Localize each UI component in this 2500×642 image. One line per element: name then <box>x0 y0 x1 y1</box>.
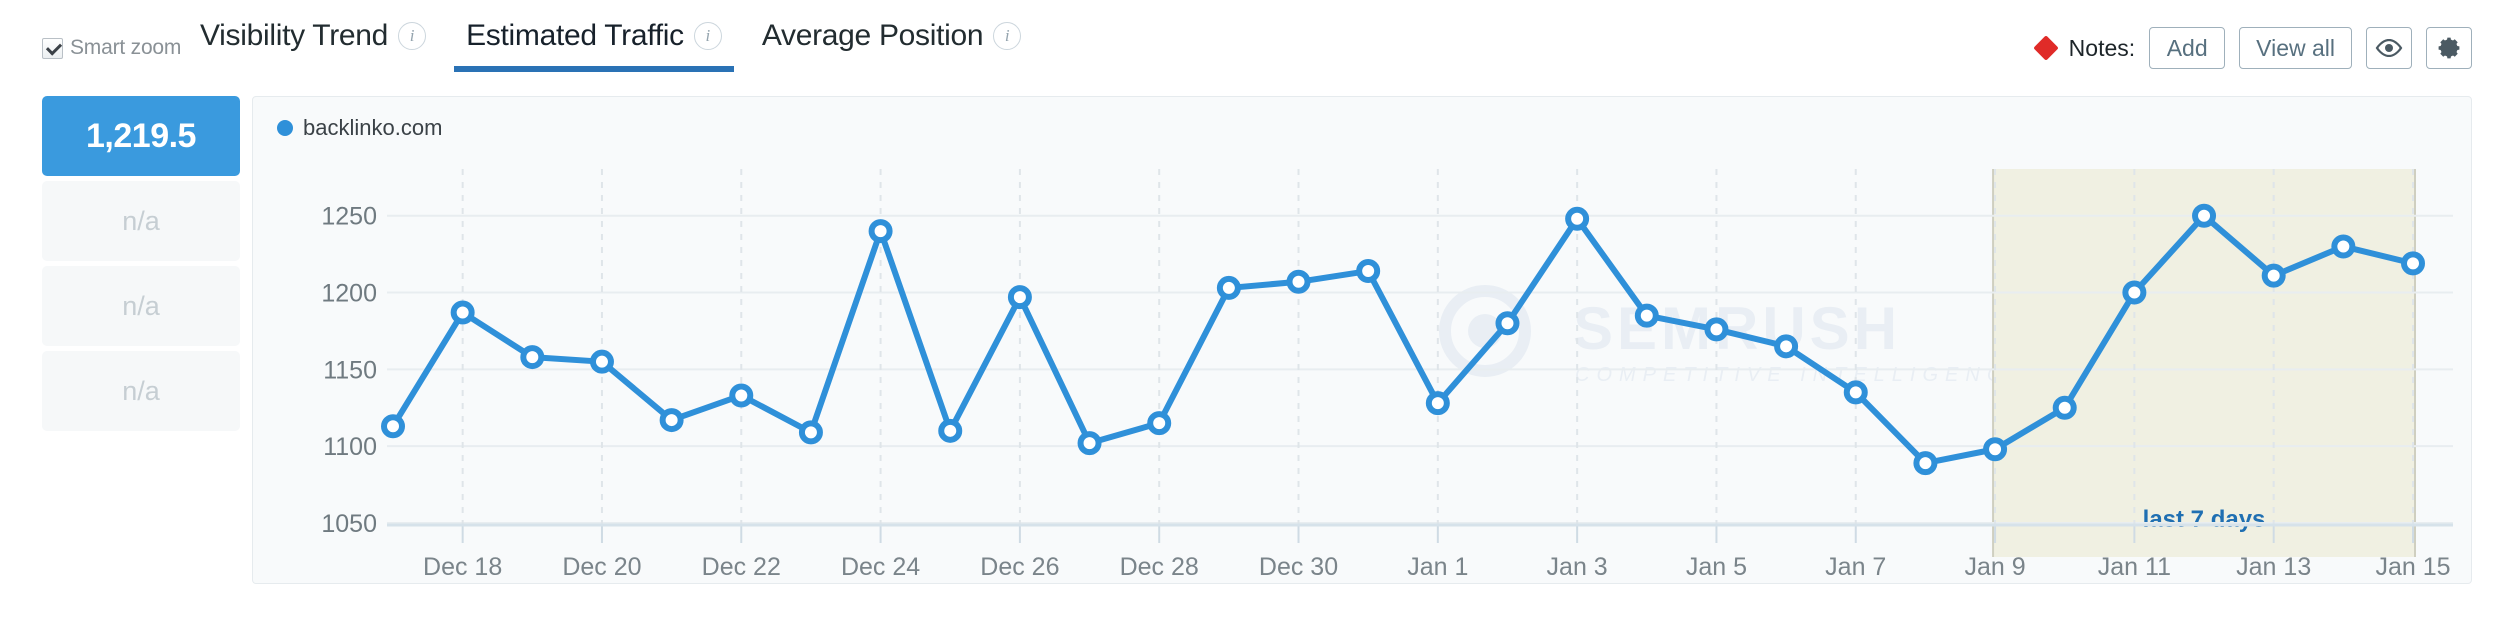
metric-box-na-2[interactable]: n/a <box>42 266 240 346</box>
data-point[interactable] <box>1704 317 1729 342</box>
data-point[interactable] <box>1634 303 1659 328</box>
metric-summary-column: 1,219.5 n/a n/a n/a <box>42 96 240 436</box>
data-point[interactable] <box>1843 380 1868 405</box>
data-point[interactable] <box>520 345 545 370</box>
data-point[interactable] <box>729 383 754 408</box>
line-chart-plot: last 7 days 1050 1100 1150 1200 1250 Dec 18 Dec… <box>253 97 2473 585</box>
gear-icon <box>2436 35 2462 61</box>
data-point[interactable] <box>938 418 963 443</box>
tab-visibility-trend[interactable]: Visibility Trend i <box>180 0 446 72</box>
data-point[interactable] <box>2261 263 2286 288</box>
y-axis-tick-label: 1150 <box>323 356 377 384</box>
x-axis-tick-label: Jan 9 <box>1964 553 2025 581</box>
data-point[interactable] <box>798 420 823 445</box>
x-axis-tick-label: Dec 26 <box>980 553 1059 581</box>
info-icon[interactable]: i <box>993 22 1022 50</box>
smart-zoom-checkbox[interactable] <box>42 37 63 59</box>
data-point[interactable] <box>2122 280 2147 305</box>
data-point[interactable] <box>1565 206 1590 231</box>
x-axis-tick-label: Dec 18 <box>423 553 502 581</box>
data-point[interactable] <box>1007 285 1032 310</box>
x-axis-tick-label: Dec 30 <box>1259 553 1338 581</box>
eye-icon <box>2375 39 2403 57</box>
chart-panel: backlinko.com SEMRUSH COMPETITIVE INTELL… <box>252 96 2472 584</box>
note-marker-icon <box>2032 35 2059 61</box>
x-axis-tick-label: Jan 5 <box>1686 553 1747 581</box>
data-point[interactable] <box>381 414 405 439</box>
x-axis-tick-label: Dec 22 <box>702 553 781 581</box>
data-point[interactable] <box>2331 234 2356 259</box>
tab-label: Estimated Traffic <box>466 19 684 52</box>
tab-label: Average Position <box>761 19 984 52</box>
data-point[interactable] <box>1286 269 1311 294</box>
data-point[interactable] <box>1495 311 1520 336</box>
estimated-traffic-chart-widget: Smart zoom Visibility Trend i Estimated … <box>0 0 2500 642</box>
data-point[interactable] <box>1077 431 1102 456</box>
y-axis-tick-label: 1250 <box>321 203 377 231</box>
data-point[interactable] <box>450 300 475 325</box>
metric-box-na-3[interactable]: n/a <box>42 351 240 431</box>
data-point[interactable] <box>2052 395 2077 420</box>
tab-average-position[interactable]: Average Position i <box>742 0 1041 72</box>
x-axis-tick-label: Jan 3 <box>1547 553 1608 581</box>
view-all-notes-button[interactable]: View all <box>2239 27 2352 69</box>
info-icon[interactable]: i <box>693 22 722 50</box>
x-axis-tick-label: Jan 15 <box>2375 553 2450 581</box>
chart-toolbar: Smart zoom Visibility Trend i Estimated … <box>0 0 2500 72</box>
data-point[interactable] <box>2401 251 2425 276</box>
tab-estimated-traffic[interactable]: Estimated Traffic i <box>446 0 742 72</box>
x-axis-tick-label: Jan 11 <box>2098 553 2171 581</box>
smart-zoom-toggle[interactable]: Smart zoom <box>42 36 181 60</box>
chart-settings-button[interactable] <box>2426 27 2472 69</box>
x-axis-tick-label: Dec 20 <box>562 553 641 581</box>
x-axis-tick-label: Jan 7 <box>1825 553 1886 581</box>
data-point[interactable] <box>1774 334 1799 359</box>
y-axis-tick-label: 1100 <box>323 433 377 461</box>
data-point[interactable] <box>659 408 684 433</box>
x-axis-tick-label: Dec 24 <box>841 553 920 581</box>
x-axis-tick-label: Dec 28 <box>1120 553 1199 581</box>
data-point[interactable] <box>1983 437 2008 462</box>
data-point[interactable] <box>1913 451 1938 476</box>
data-point[interactable] <box>868 219 893 244</box>
metric-box-primary[interactable]: 1,219.5 <box>42 96 240 176</box>
data-point[interactable] <box>1216 275 1241 300</box>
y-axis-tick-label: 1050 <box>321 510 377 538</box>
highlight-band-label: last 7 days <box>2143 506 2266 533</box>
data-point[interactable] <box>2192 203 2217 228</box>
data-point[interactable] <box>1356 259 1381 284</box>
chart-tabs: Visibility Trend i Estimated Traffic i A… <box>180 0 1041 72</box>
toggle-visibility-button[interactable] <box>2366 27 2412 69</box>
metric-box-na-1[interactable]: n/a <box>42 181 240 261</box>
add-note-button[interactable]: Add <box>2149 27 2226 69</box>
smart-zoom-label: Smart zoom <box>70 36 182 59</box>
data-point[interactable] <box>1147 411 1172 436</box>
x-axis-tick-label: Jan 13 <box>2236 553 2311 581</box>
notes-controls: Notes: Add View all <box>2032 27 2472 69</box>
data-point[interactable] <box>589 349 614 374</box>
y-axis-tick-label: 1200 <box>321 280 377 308</box>
data-point[interactable] <box>1425 391 1450 416</box>
notes-label: Notes: <box>2068 34 2136 61</box>
info-icon[interactable]: i <box>398 22 427 50</box>
x-axis-tick-label: Jan 1 <box>1407 553 1468 581</box>
tab-label: Visibility Trend <box>200 19 389 52</box>
